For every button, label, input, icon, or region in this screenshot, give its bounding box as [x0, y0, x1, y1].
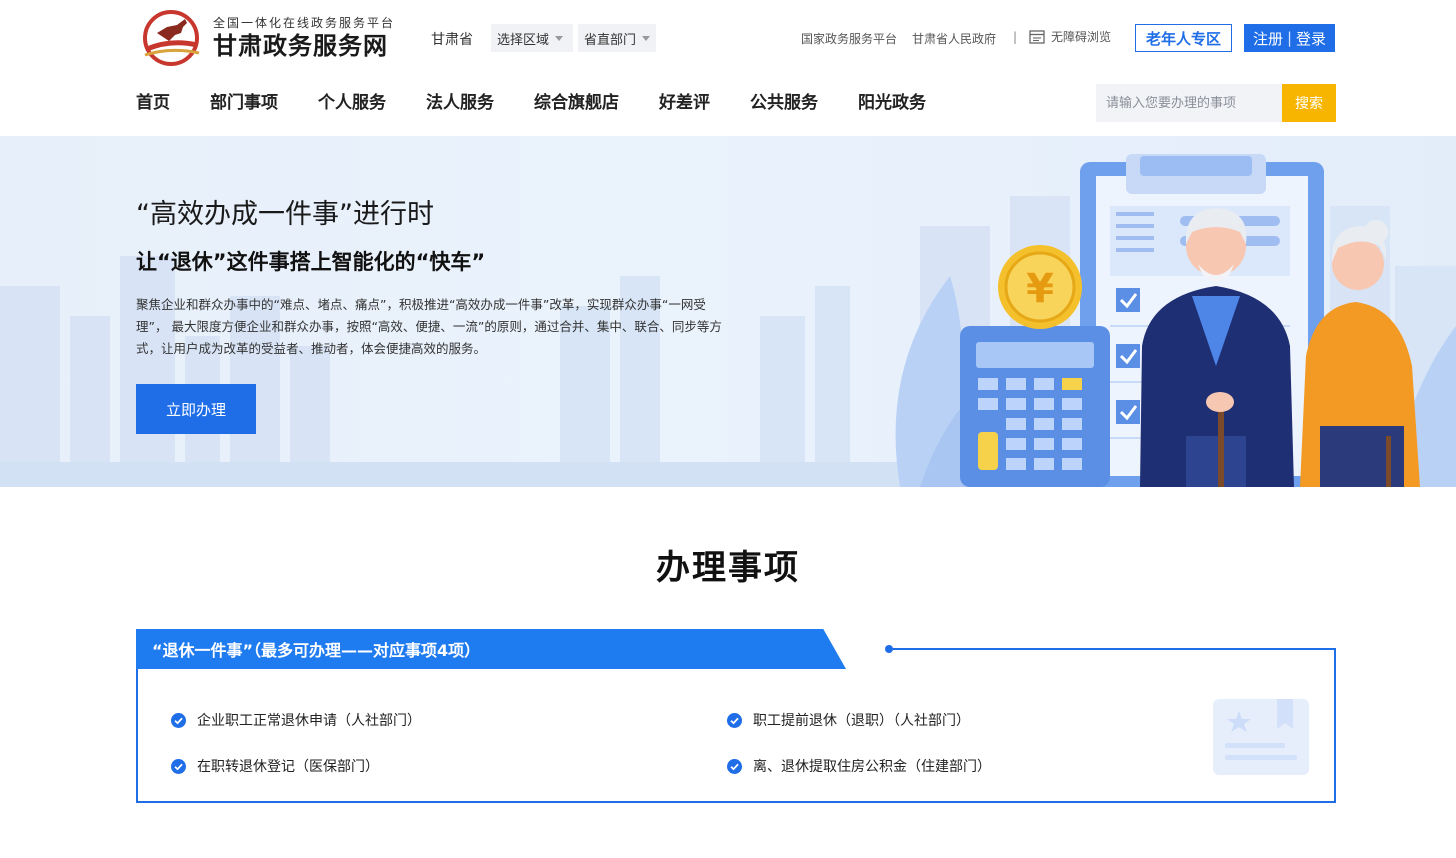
- service-item[interactable]: 职工提前退休（退职）（人社部门）: [727, 710, 970, 730]
- elder-zone-button[interactable]: 老年人专区: [1135, 24, 1232, 52]
- accessible-browse-label: 无障碍浏览: [1051, 30, 1112, 44]
- accessibility-icon: [1029, 29, 1045, 44]
- nav-item-public-service[interactable]: 公共服务: [750, 90, 818, 116]
- register-link[interactable]: 注册: [1253, 28, 1283, 49]
- service-item[interactable]: 离、退休提取住房公积金（住建部门）: [727, 756, 991, 776]
- current-province: 甘肃省: [431, 32, 473, 48]
- hero-banner: “高效办成一件事”进行时 让“退休”这件事搭上智能化的“快车” 聚焦企业和群众办…: [0, 136, 1456, 487]
- department-select-label: 省直部门: [584, 32, 637, 48]
- logo-title: 甘肃政务服务网: [213, 32, 388, 60]
- provincial-gov-link[interactable]: 甘肃省人民政府: [912, 30, 996, 47]
- banner-subtitle: 让“退休”这件事搭上智能化的“快车”: [136, 250, 486, 274]
- service-item[interactable]: 企业职工正常退休申请（人社部门）: [171, 710, 421, 730]
- header-separator: |: [1013, 30, 1018, 44]
- nav-item-flagship[interactable]: 综合旗舰店: [534, 90, 619, 116]
- main-nav: 首页 部门事项 个人服务 法人服务 综合旗舰店 好差评 公共服务 阳光政务: [136, 90, 966, 116]
- department-select[interactable]: 省直部门: [578, 24, 656, 52]
- service-item[interactable]: 在职转退休登记（医保部门）: [171, 756, 379, 776]
- service-group-tab: “退休一件事”（最多可办理——对应事项4项）: [136, 629, 846, 669]
- yuan-coin-symbol: ¥: [1026, 266, 1054, 312]
- handle-now-button[interactable]: 立即办理: [136, 384, 256, 434]
- national-platform-link[interactable]: 国家政务服务平台: [801, 30, 897, 47]
- search-input[interactable]: [1096, 84, 1282, 122]
- logo-subtitle: 全国一体化在线政务服务平台: [213, 16, 396, 30]
- service-item-label: 企业职工正常退休申请（人社部门）: [197, 713, 421, 729]
- site-logo[interactable]: 全国一体化在线政务服务平台 甘肃政务服务网: [137, 8, 417, 68]
- banner-description: 聚焦企业和群众办事中的“难点、堵点、痛点”，积极推进“高效办成一件事”改革，实现…: [136, 297, 722, 356]
- region-select[interactable]: 选择区域: [491, 24, 573, 52]
- nav-item-personal[interactable]: 个人服务: [318, 90, 386, 116]
- login-separator: |: [1286, 29, 1293, 47]
- nav-item-rating[interactable]: 好差评: [659, 90, 710, 116]
- nav-item-sunshine-affairs[interactable]: 阳光政务: [858, 90, 926, 116]
- service-item-label: 职工提前退休（退职）（人社部门）: [753, 713, 970, 729]
- accessible-browse-link[interactable]: 无障碍浏览: [1029, 28, 1111, 45]
- banner-title: “高效办成一件事”进行时: [136, 199, 434, 230]
- nav-item-home[interactable]: 首页: [136, 90, 170, 116]
- section-title: 办理事项: [656, 548, 800, 588]
- chevron-down-icon: [642, 35, 650, 41]
- service-item-label: 离、退休提取住房公积金（住建部门）: [753, 759, 991, 775]
- login-link[interactable]: 登录: [1296, 28, 1326, 49]
- nav-item-department[interactable]: 部门事项: [210, 90, 278, 116]
- register-login-button[interactable]: 注册 | 登录: [1244, 24, 1335, 52]
- check-circle-icon: [727, 712, 742, 728]
- search-button[interactable]: 搜索: [1282, 84, 1336, 122]
- check-circle-icon: [171, 712, 186, 728]
- region-select-label: 选择区域: [497, 32, 550, 48]
- horse-logo-icon: [143, 10, 200, 66]
- card-top-border: [888, 648, 1336, 650]
- check-circle-icon: [727, 758, 742, 774]
- card-border-dot: [885, 645, 893, 653]
- service-item-label: 在职转退休登记（医保部门）: [197, 759, 379, 775]
- retirement-illustration: ¥: [895, 154, 1456, 487]
- nav-item-legal-person[interactable]: 法人服务: [426, 90, 494, 116]
- chevron-down-icon: [555, 35, 564, 41]
- check-circle-icon: [171, 758, 186, 774]
- certificate-icon: [1213, 699, 1309, 775]
